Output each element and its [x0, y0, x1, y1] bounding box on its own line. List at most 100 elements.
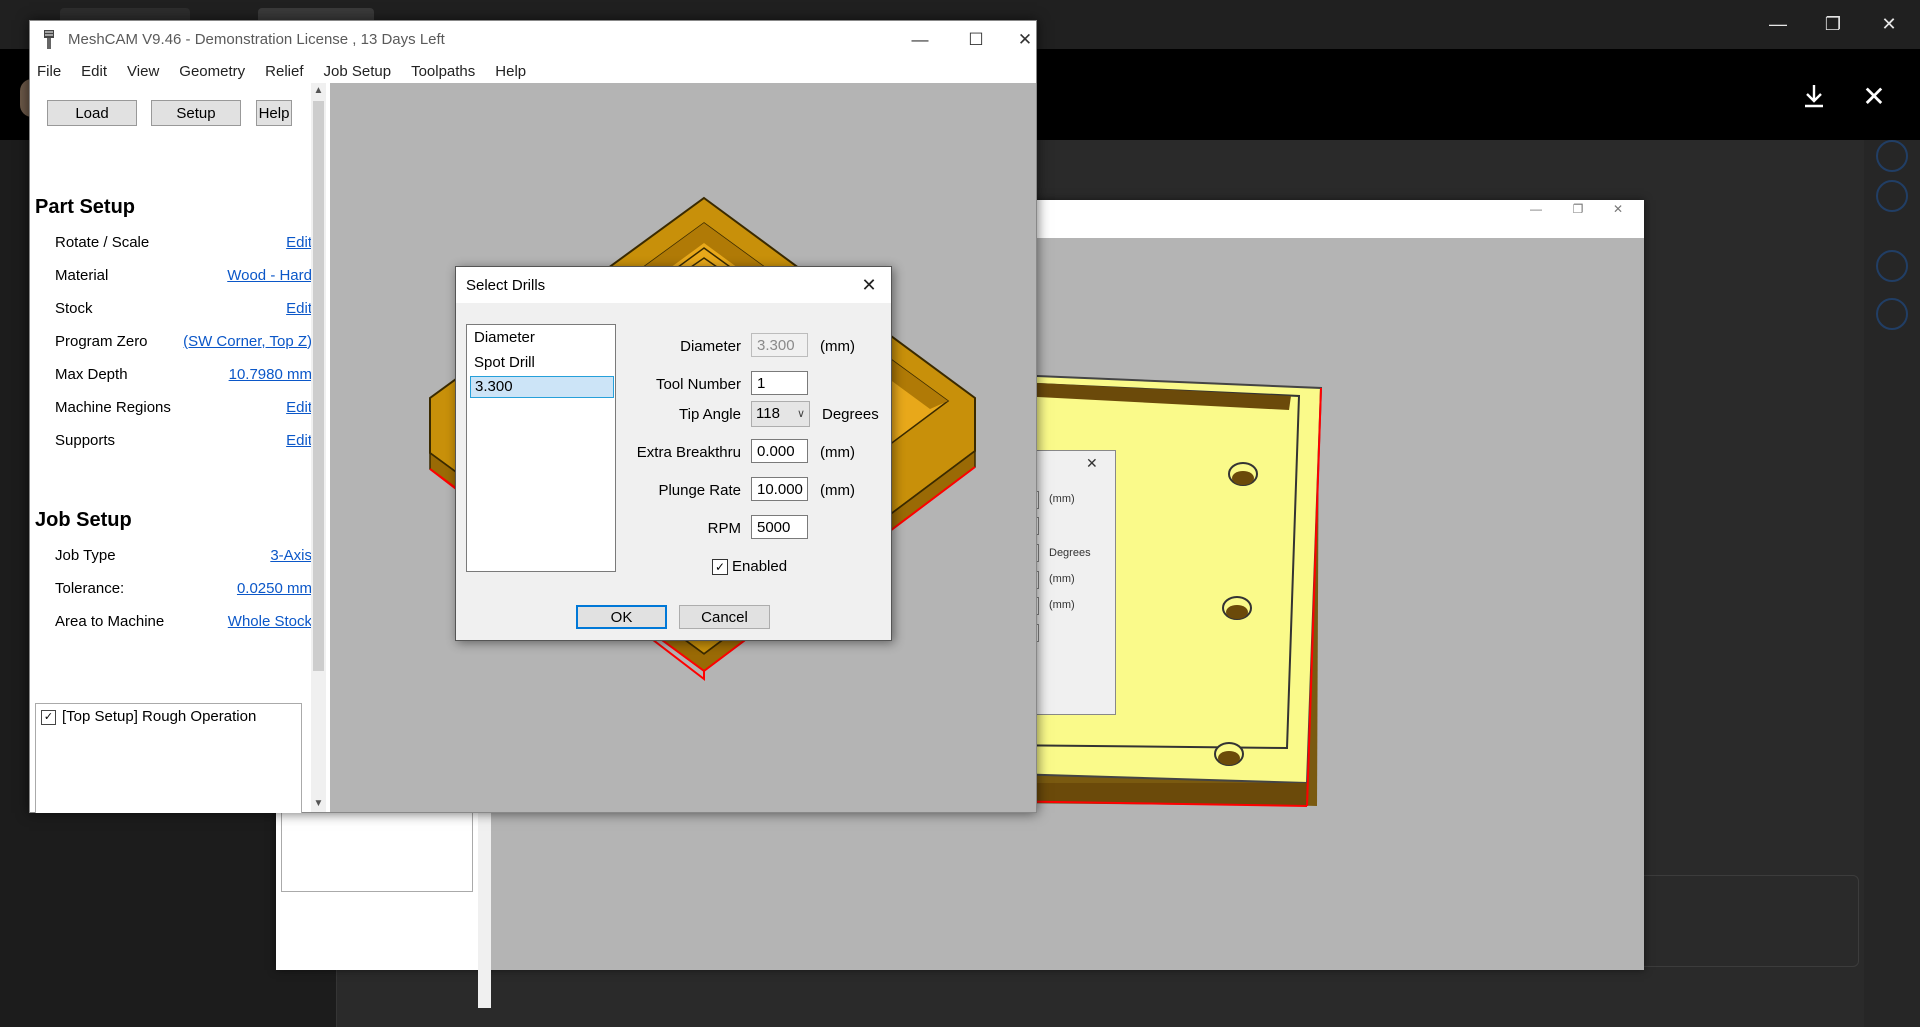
drill-list-item-diameter[interactable]: Diameter — [470, 328, 612, 348]
background-operation-list — [281, 808, 473, 892]
material-link[interactable]: Wood - Hard — [227, 267, 312, 284]
dialog-title-bar[interactable]: Select Drills ✕ — [456, 267, 891, 303]
cancel-button[interactable]: Cancel — [679, 605, 770, 629]
menu-help[interactable]: Help — [488, 63, 539, 80]
prop-label: Stock — [55, 299, 93, 317]
tool-number-input[interactable]: 1 — [751, 371, 808, 395]
prop-label: Job Type — [55, 546, 116, 564]
dialog-title: Select Drills — [466, 277, 546, 294]
tip-angle-select[interactable]: 118 ∨ — [751, 401, 810, 427]
prop-tolerance: Tolerance: 0.0250 mm — [55, 578, 312, 598]
prop-label: Material — [55, 266, 109, 284]
download-icon[interactable] — [1792, 74, 1836, 118]
app-icon — [40, 29, 58, 51]
prop-label: Max Depth — [55, 365, 128, 383]
diameter-label: Diameter — [680, 338, 741, 355]
restore-icon[interactable]: ❐ — [1810, 0, 1856, 49]
tip-angle-value: 118 — [756, 405, 780, 422]
close-icon: ✕ — [1086, 455, 1098, 471]
background-scrollbar — [478, 798, 491, 1008]
tolerance-link[interactable]: 0.0250 mm — [237, 580, 312, 597]
menu-view[interactable]: View — [120, 63, 172, 80]
unit-label: (mm) — [1049, 573, 1075, 585]
rotate-scale-link[interactable]: Edit — [286, 234, 312, 251]
minimize-icon[interactable]: — — [1755, 0, 1801, 49]
rpm-input[interactable]: 5000 — [751, 515, 808, 539]
stock-link[interactable]: Edit — [286, 300, 312, 317]
diameter-unit: (mm) — [820, 338, 855, 355]
extra-breakthru-input[interactable]: 0.000 — [751, 439, 808, 463]
background-icon — [1876, 180, 1908, 212]
menu-bar: File Edit View Geometry Relief Job Setup… — [30, 59, 1036, 83]
prop-program-zero: Program Zero (SW Corner, Top Z) — [55, 331, 312, 351]
menu-geometry[interactable]: Geometry — [172, 63, 258, 80]
operation-row[interactable]: ✓ [Top Setup] Rough Operation — [36, 704, 301, 728]
scrollbar-thumb[interactable] — [313, 101, 324, 671]
ok-button[interactable]: OK — [576, 605, 667, 629]
prop-machine-regions: Machine Regions Edit — [55, 397, 312, 417]
background-icon — [1876, 250, 1908, 282]
menu-edit[interactable]: Edit — [74, 63, 120, 80]
minimize-icon: — — [1530, 202, 1542, 216]
prop-label: Machine Regions — [55, 398, 171, 416]
tip-angle-unit: Degrees — [822, 406, 879, 423]
enabled-checkbox[interactable]: ✓ — [712, 559, 728, 575]
prop-label: Program Zero — [55, 332, 148, 350]
minimize-button[interactable]: — — [891, 21, 949, 59]
prop-max-depth: Max Depth 10.7980 mm — [55, 364, 312, 384]
drill-list-item-spot-drill[interactable]: Spot Drill — [470, 353, 612, 373]
unit-label: Degrees — [1049, 547, 1091, 559]
diameter-input: 3.300 — [751, 333, 808, 357]
close-icon[interactable]: ✕ — [1866, 0, 1912, 49]
operation-checkbox[interactable]: ✓ — [41, 710, 56, 725]
chevron-down-icon: ∨ — [796, 408, 805, 420]
program-zero-link[interactable]: (SW Corner, Top Z) — [183, 333, 312, 350]
background-icon — [1876, 298, 1908, 330]
machine-regions-link[interactable]: Edit — [286, 399, 312, 416]
operation-list: ✓ [Top Setup] Rough Operation — [35, 703, 302, 813]
title-bar[interactable]: MeshCAM V9.46 - Demonstration License , … — [30, 21, 1036, 59]
close-button[interactable]: ✕ — [996, 21, 1054, 59]
prop-stock: Stock Edit — [55, 298, 312, 318]
area-to-machine-link[interactable]: Whole Stock — [228, 613, 312, 630]
prop-job-type: Job Type 3-Axis — [55, 545, 312, 565]
menu-relief[interactable]: Relief — [258, 63, 316, 80]
menu-toolpaths[interactable]: Toolpaths — [404, 63, 488, 80]
operation-label: [Top Setup] Rough Operation — [62, 708, 257, 725]
plunge-rate-label: Plunge Rate — [658, 482, 741, 499]
background-icon — [1876, 140, 1908, 172]
load-button[interactable]: Load — [47, 100, 137, 126]
scroll-up-icon[interactable]: ▲ — [311, 83, 326, 99]
drill-list[interactable]: Diameter Spot Drill 3.300 — [466, 324, 616, 572]
tip-angle-label: Tip Angle — [679, 406, 741, 423]
job-panel: Load Setup Help Part Setup Rotate / Scal… — [30, 83, 323, 813]
part-setup-title: Part Setup — [35, 196, 136, 218]
scroll-down-icon[interactable]: ▼ — [311, 796, 326, 812]
plunge-rate-unit: (mm) — [820, 482, 855, 499]
close-viewer-icon[interactable]: ✕ — [1852, 74, 1896, 118]
rpm-label: RPM — [707, 520, 741, 537]
help-button[interactable]: Help — [256, 100, 292, 126]
menu-job-setup[interactable]: Job Setup — [317, 63, 405, 80]
enabled-label[interactable]: Enabled — [732, 558, 787, 575]
unit-label: (mm) — [1049, 599, 1075, 611]
restore-icon: ❐ — [1572, 202, 1584, 216]
setup-button[interactable]: Setup — [151, 100, 241, 126]
supports-link[interactable]: Edit — [286, 432, 312, 449]
dialog-close-icon[interactable]: ✕ — [847, 267, 891, 303]
extra-breakthru-unit: (mm) — [820, 444, 855, 461]
unit-label: (mm) — [1049, 493, 1075, 505]
job-setup-title: Job Setup — [35, 509, 132, 531]
tool-number-label: Tool Number — [655, 376, 741, 393]
download-icon-glyph — [1805, 85, 1823, 108]
prop-label: Rotate / Scale — [55, 233, 150, 251]
plunge-rate-input[interactable]: 10.000 — [751, 477, 808, 501]
menu-file[interactable]: File — [30, 63, 74, 80]
prop-supports: Supports Edit — [55, 430, 312, 450]
panel-scrollbar[interactable]: ▲ ▼ — [311, 83, 326, 812]
max-depth-link[interactable]: 10.7980 mm — [229, 366, 312, 383]
app-icon-glyph — [44, 30, 54, 49]
job-type-link[interactable]: 3-Axis — [270, 547, 312, 564]
prop-area-to-machine: Area to Machine Whole Stock — [55, 611, 312, 631]
drill-list-item-3300[interactable]: 3.300 — [470, 376, 614, 398]
